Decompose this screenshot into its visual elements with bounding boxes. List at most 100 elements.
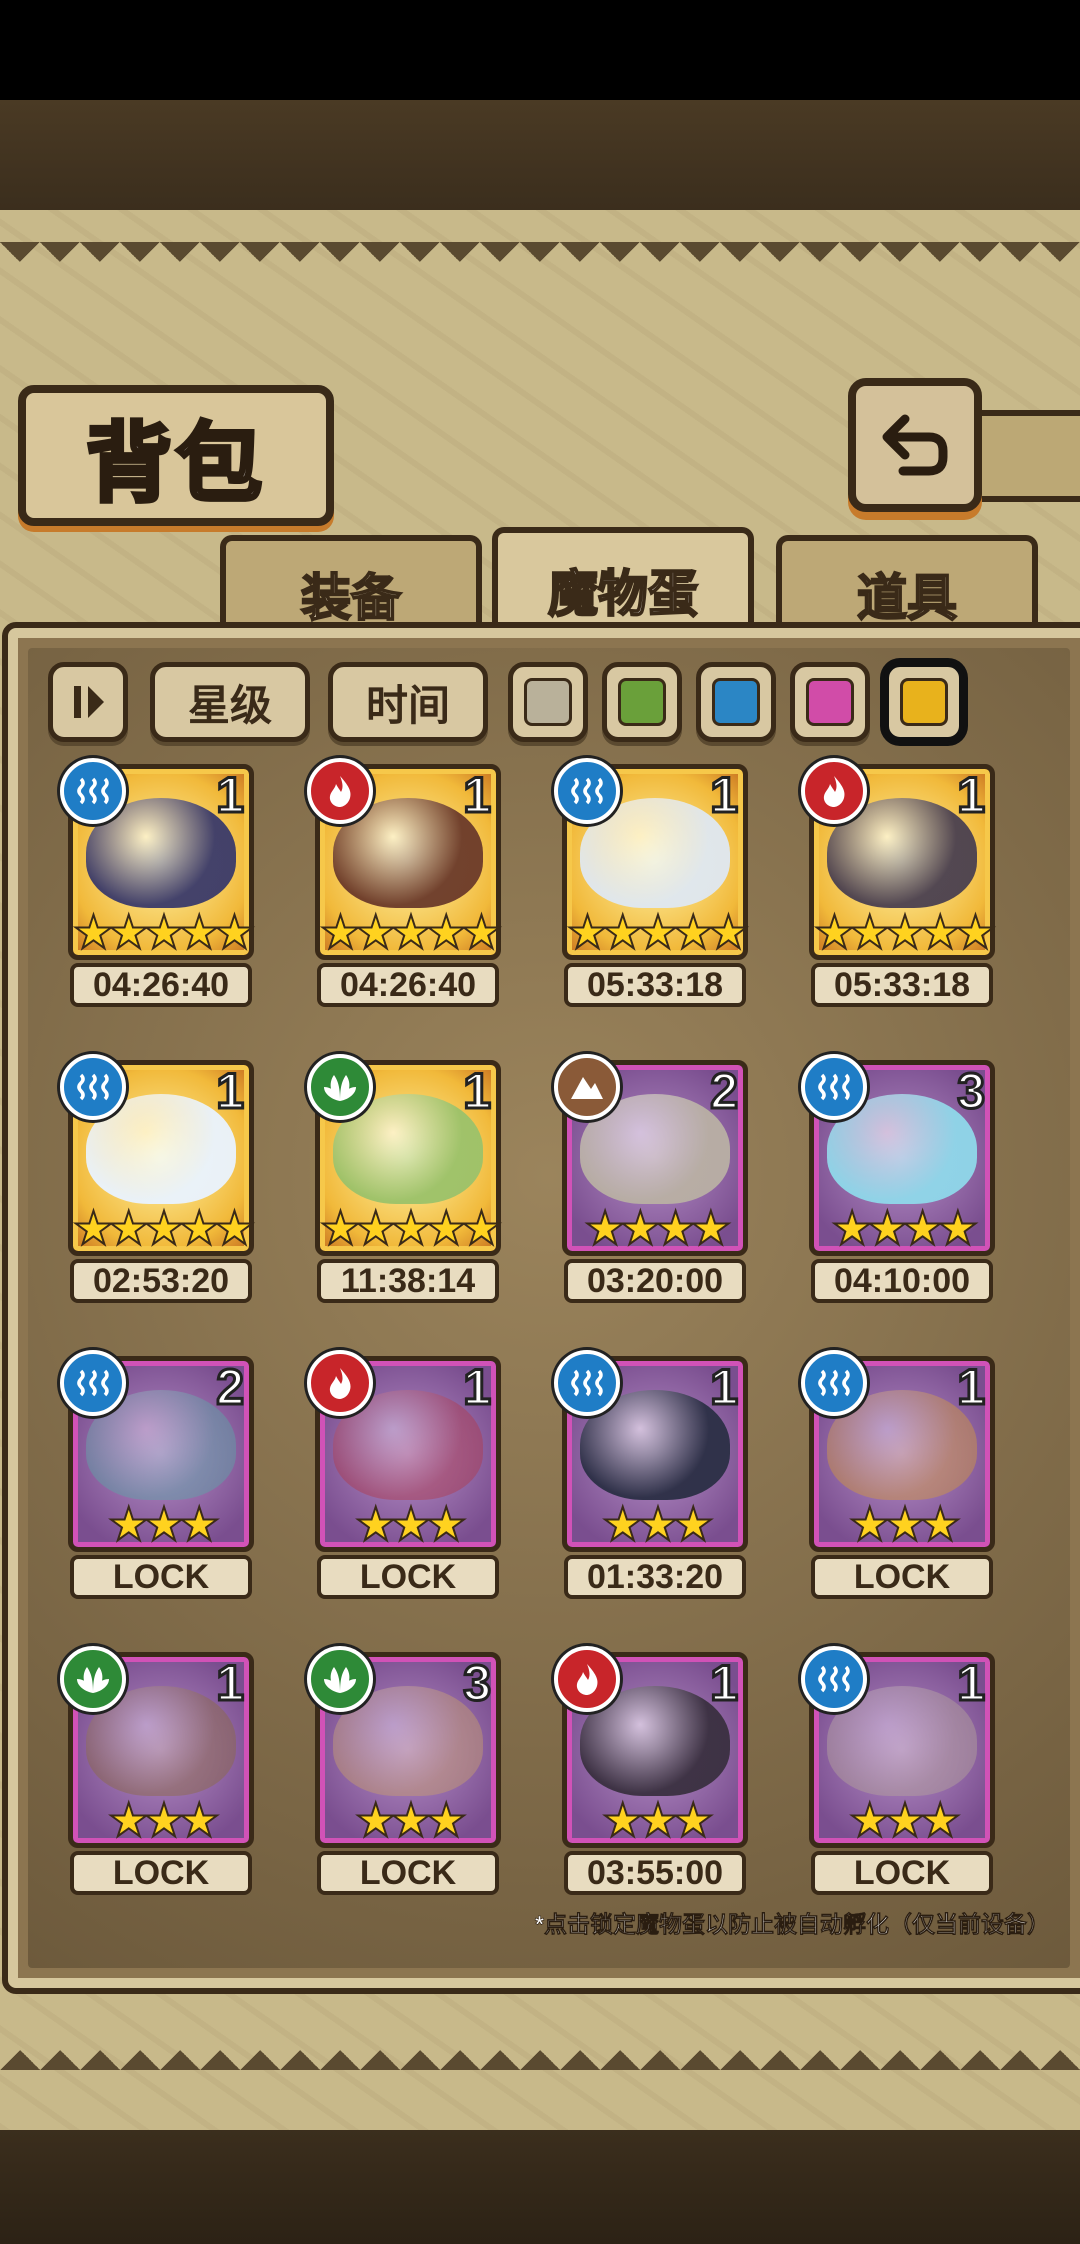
lock-hint: *点击锁定魔物蛋以防止被自动孵化（仅当前设备） [535, 1911, 1051, 1938]
egg-stars: ★★★★★ [72, 1201, 256, 1255]
fire-icon [307, 1350, 373, 1416]
egg-stars: ★★★★★ [319, 905, 503, 959]
egg-stars: ★★★ [107, 1793, 221, 1847]
gray-swatch [524, 678, 572, 726]
egg-count: 3 [462, 1654, 493, 1713]
filter-blue-button[interactable] [696, 662, 776, 742]
torn-edge-bottom [0, 2030, 1080, 2070]
egg-card[interactable]: 3 ★★★ LOCK [307, 1646, 509, 1902]
egg-card[interactable]: 2 ★★★★ 03:20:00 [554, 1054, 756, 1310]
egg-stars: ★★★ [601, 1497, 715, 1551]
egg-stars: ★★★ [354, 1793, 468, 1847]
egg-lock-label: LOCK [70, 1555, 252, 1599]
egg-card[interactable]: 3 ★★★★ 04:10:00 [801, 1054, 1003, 1310]
egg-timer: 11:38:14 [317, 1259, 499, 1303]
egg-card[interactable]: 1 ★★★ 01:33:20 [554, 1350, 756, 1606]
fire-icon [307, 758, 373, 824]
egg-stars: ★★★★★ [813, 905, 997, 959]
egg-timer: 04:26:40 [70, 963, 252, 1007]
egg-stars: ★★★ [601, 1793, 715, 1847]
gold-swatch [900, 678, 948, 726]
egg-count: 1 [709, 1654, 740, 1713]
egg-card[interactable]: 1 ★★★★★ 05:33:18 [554, 758, 756, 1014]
water-icon [60, 758, 126, 824]
egg-count: 1 [956, 766, 987, 825]
water-icon [60, 1054, 126, 1120]
egg-stars: ★★★ [848, 1793, 962, 1847]
egg-card[interactable]: 1 ★★★ LOCK [801, 1646, 1003, 1902]
egg-count: 1 [956, 1654, 987, 1713]
egg-timer: 01:33:20 [564, 1555, 746, 1599]
egg-stars: ★★★★★ [319, 1201, 503, 1255]
grass-icon [307, 1054, 373, 1120]
green-swatch [618, 678, 666, 726]
water-icon [801, 1646, 867, 1712]
pink-swatch [806, 678, 854, 726]
fire-icon [554, 1646, 620, 1712]
egg-card[interactable]: 1 ★★★★★ 11:38:14 [307, 1054, 509, 1310]
egg-count: 1 [709, 1358, 740, 1417]
egg-lock-label: LOCK [811, 1851, 993, 1895]
egg-stars: ★★★★ [584, 1201, 733, 1255]
filter-pink-button[interactable] [790, 662, 870, 742]
egg-stars: ★★★★★ [566, 905, 750, 959]
egg-lock-label: LOCK [317, 1851, 499, 1895]
egg-timer: 03:55:00 [564, 1851, 746, 1895]
egg-stars: ★★★★★ [72, 905, 256, 959]
torn-edge-top [0, 242, 1080, 282]
back-bar [966, 410, 1080, 502]
egg-card[interactable]: 1 ★★★★★ 04:26:40 [307, 758, 509, 1014]
egg-card[interactable]: 1 ★★★ 03:55:00 [554, 1646, 756, 1902]
fire-icon [801, 758, 867, 824]
water-icon [801, 1350, 867, 1416]
blue-swatch [712, 678, 760, 726]
egg-timer: 04:10:00 [811, 1259, 993, 1303]
footer-background [0, 2130, 1080, 2244]
egg-count: 1 [215, 1062, 246, 1121]
egg-timer: 05:33:18 [564, 963, 746, 1007]
egg-card[interactable]: 1 ★★★★★ 02:53:20 [60, 1054, 262, 1310]
sort-star-button[interactable]: 星级 [150, 662, 310, 742]
egg-timer: 04:26:40 [317, 963, 499, 1007]
egg-stars: ★★★ [354, 1497, 468, 1551]
egg-card[interactable]: 1 ★★★ LOCK [801, 1350, 1003, 1606]
egg-count: 1 [462, 1358, 493, 1417]
page-title: 背包 [84, 411, 266, 516]
egg-count: 3 [956, 1062, 987, 1121]
water-icon [60, 1350, 126, 1416]
water-icon [554, 758, 620, 824]
grass-icon [307, 1646, 373, 1712]
egg-stars: ★★★ [848, 1497, 962, 1551]
egg-timer: 03:20:00 [564, 1259, 746, 1303]
status-bar [0, 0, 1080, 100]
egg-count: 2 [709, 1062, 740, 1121]
egg-count: 1 [956, 1358, 987, 1417]
egg-count: 1 [462, 1062, 493, 1121]
sort-order-icon [74, 686, 104, 718]
filter-green-button[interactable] [602, 662, 682, 742]
filter-gold-button[interactable] [884, 662, 964, 742]
egg-card[interactable]: 1 ★★★★★ 04:26:40 [60, 758, 262, 1014]
grass-icon [60, 1646, 126, 1712]
sort-order-button[interactable] [48, 662, 128, 742]
title-plate: 背包 [18, 385, 334, 526]
egg-lock-label: LOCK [70, 1851, 252, 1895]
egg-stars: ★★★★ [831, 1201, 980, 1255]
back-arrow-icon [882, 414, 948, 476]
egg-card[interactable]: 1 ★★★ LOCK [307, 1350, 509, 1606]
egg-count: 1 [215, 1654, 246, 1713]
back-button[interactable] [848, 378, 982, 512]
filter-gray-button[interactable] [508, 662, 588, 742]
egg-lock-label: LOCK [317, 1555, 499, 1599]
egg-count: 1 [462, 766, 493, 825]
earth-icon [554, 1054, 620, 1120]
water-icon [554, 1350, 620, 1416]
egg-card[interactable]: 1 ★★★ LOCK [60, 1646, 262, 1902]
water-icon [801, 1054, 867, 1120]
egg-card[interactable]: 1 ★★★★★ 05:33:18 [801, 758, 1003, 1014]
egg-card[interactable]: 2 ★★★ LOCK [60, 1350, 262, 1606]
egg-timer: 05:33:18 [811, 963, 993, 1007]
egg-timer: 02:53:20 [70, 1259, 252, 1303]
egg-lock-label: LOCK [811, 1555, 993, 1599]
sort-time-button[interactable]: 时间 [328, 662, 488, 742]
